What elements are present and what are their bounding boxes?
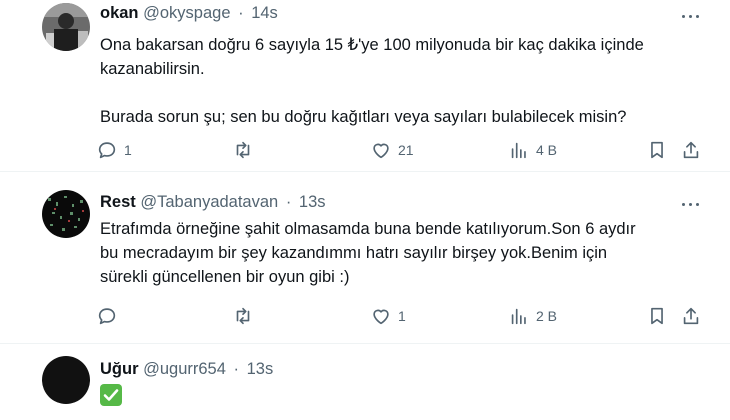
tweet[interactable]: Rest @Tabanyadatavan · 13s Etrafımda örn… bbox=[0, 172, 730, 344]
view-count: 2 B bbox=[536, 308, 558, 324]
reply-icon bbox=[98, 142, 116, 159]
timestamp[interactable]: 13s bbox=[247, 360, 274, 378]
share-icon bbox=[683, 141, 699, 159]
bookmark-button[interactable] bbox=[646, 138, 668, 162]
check-mark-emoji-icon bbox=[100, 384, 122, 406]
timestamp[interactable]: 14s bbox=[251, 4, 278, 22]
like-button[interactable]: 1 bbox=[370, 304, 406, 328]
tweet-text-line: Ona bakarsan doğru 6 sayıyla 15 ₺'ye 100… bbox=[100, 36, 644, 54]
retweet-button[interactable] bbox=[232, 304, 260, 328]
tweet-text: Etrafımda örneğine şahit olmasamda buna … bbox=[100, 217, 700, 289]
avatar[interactable] bbox=[42, 356, 90, 404]
tweet-text-line: sürekli güncellenen bir oyun gibi :) bbox=[100, 268, 350, 286]
separator-dot: · bbox=[238, 4, 244, 22]
retweet-icon bbox=[236, 141, 250, 159]
tweet-text-line: Etrafımda örneğine şahit olmasamda buna … bbox=[100, 220, 636, 238]
tweet[interactable]: Uğur @ugurr654 · 13s bbox=[0, 344, 730, 420]
bookmark-button[interactable] bbox=[646, 304, 668, 328]
separator-dot: · bbox=[233, 360, 240, 378]
bookmark-icon bbox=[651, 141, 663, 159]
like-count: 21 bbox=[398, 142, 414, 158]
reply-button[interactable]: 1 bbox=[96, 138, 132, 162]
tweet-text-line: Burada sorun şu; sen bu doğru kağıtları … bbox=[100, 108, 627, 126]
tweet-text-line: bu mecradayım bir şey kazandımmı hatrı s… bbox=[100, 244, 608, 262]
tweet-header: Uğur @ugurr654 · 13s bbox=[100, 360, 273, 379]
share-button[interactable] bbox=[680, 304, 702, 328]
separator-dot: · bbox=[285, 193, 292, 211]
more-options-icon[interactable] bbox=[680, 194, 700, 214]
bookmark-icon bbox=[651, 307, 663, 325]
display-name[interactable]: Uğur bbox=[100, 360, 139, 378]
user-handle[interactable]: @Tabanyadatavan bbox=[140, 193, 278, 211]
tweet-text: Ona bakarsan doğru 6 sayıyla 15 ₺'ye 100… bbox=[100, 33, 700, 129]
heart-icon bbox=[373, 309, 389, 325]
views-button[interactable]: 4 B bbox=[508, 138, 557, 162]
analytics-icon bbox=[511, 308, 526, 325]
like-button[interactable]: 21 bbox=[370, 138, 414, 162]
reply-count: 1 bbox=[124, 142, 132, 158]
view-count: 4 B bbox=[536, 142, 558, 158]
timestamp[interactable]: 13s bbox=[299, 193, 326, 211]
display-name[interactable]: Rest bbox=[100, 193, 136, 211]
analytics-icon bbox=[511, 142, 526, 159]
more-options-icon[interactable] bbox=[680, 6, 700, 26]
retweet-icon bbox=[236, 307, 250, 325]
tweet[interactable]: okan @okyspage · 14s Ona bakarsan doğru … bbox=[0, 0, 730, 172]
user-handle[interactable]: @okyspage bbox=[143, 4, 230, 22]
share-icon bbox=[683, 307, 699, 325]
tweet-header: okan @okyspage · 14s bbox=[100, 4, 278, 23]
avatar[interactable] bbox=[42, 3, 90, 51]
tweet-header: Rest @Tabanyadatavan · 13s bbox=[100, 193, 326, 212]
heart-icon bbox=[373, 143, 389, 159]
avatar[interactable] bbox=[42, 190, 90, 238]
tweet-actions: 1 21 4 B bbox=[96, 138, 706, 162]
like-count: 1 bbox=[398, 308, 406, 324]
reply-icon bbox=[98, 308, 116, 325]
reply-button[interactable] bbox=[96, 304, 124, 328]
tweet-text-line: kazanabilirsin. bbox=[100, 60, 205, 78]
display-name[interactable]: okan bbox=[100, 4, 139, 22]
views-button[interactable]: 2 B bbox=[508, 304, 557, 328]
tweet-actions: 1 2 B bbox=[96, 304, 706, 328]
retweet-button[interactable] bbox=[232, 138, 260, 162]
share-button[interactable] bbox=[680, 138, 702, 162]
user-handle[interactable]: @ugurr654 bbox=[143, 360, 226, 378]
